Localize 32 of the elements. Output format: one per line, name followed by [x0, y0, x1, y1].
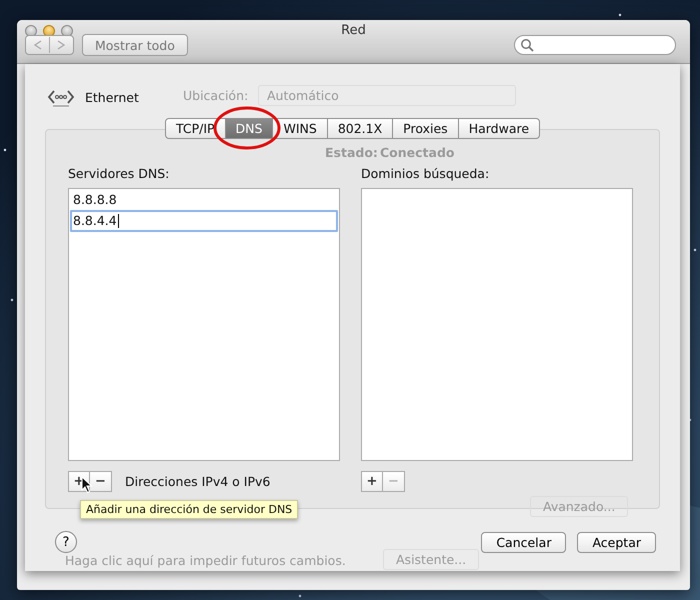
dialog-button[interactable]: Aceptar: [577, 532, 656, 552]
dns-servers-list[interactable]: 8.8.8.8 8.8.4.4: [68, 188, 340, 461]
tooltip: Añadir una dirección de servidor DNS: [80, 500, 298, 519]
tab[interactable]: 802.1X: [328, 118, 394, 139]
search-field[interactable]: [514, 35, 676, 55]
pointer-icon: [81, 476, 93, 494]
list-button[interactable]: +: [361, 471, 383, 492]
search-domains-label: Dominios búsqueda:: [361, 166, 490, 183]
service-name: Ethernet: [85, 90, 139, 104]
highlight-circle: [212, 105, 282, 151]
window-title: Red: [340, 23, 367, 38]
tab[interactable]: DNS: [226, 118, 274, 139]
back-icon[interactable]: [33, 40, 43, 50]
search-icon: [520, 38, 534, 52]
lock-text: Haga clic aquí para impedir futuros cambios.: [65, 553, 346, 568]
status-value: Conectado: [380, 145, 454, 160]
dns-servers-label: Servidores DNS:: [68, 166, 170, 183]
tab[interactable]: Hardware: [458, 118, 540, 139]
tab[interactable]: WINS: [273, 118, 328, 139]
forward-icon[interactable]: [56, 40, 66, 50]
tab[interactable]: TCP/IP: [164, 118, 226, 139]
dns-server-entry[interactable]: 8.8.8.8: [70, 191, 338, 209]
navigation-buttons[interactable]: [25, 35, 74, 55]
dns-server-entry[interactable]: 8.8.4.4: [70, 210, 338, 232]
dialog-button[interactable]: Cancelar: [481, 532, 566, 552]
list-button[interactable]: −: [90, 471, 112, 492]
tab[interactable]: Proxies: [393, 118, 459, 139]
help-button[interactable]: ?: [55, 531, 77, 553]
show-all-button[interactable]: Mostrar todo: [82, 34, 188, 56]
address-hint: Direcciones IPv4 o IPv6: [125, 474, 270, 489]
location-label: Ubicación:: [183, 88, 248, 103]
status-label: Estado:: [325, 145, 378, 160]
